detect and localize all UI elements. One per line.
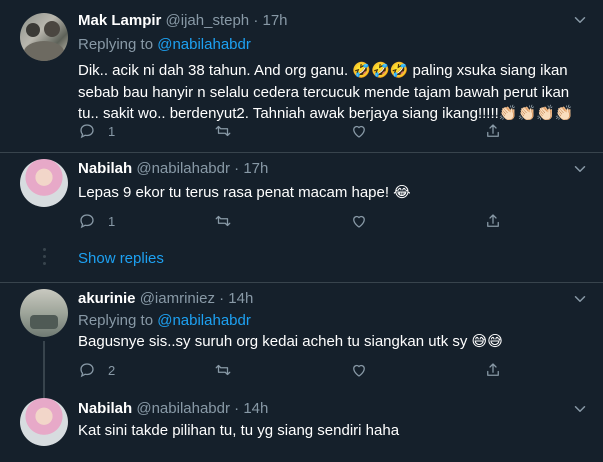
replying-to: Replying to @nabilahabdr xyxy=(78,312,251,329)
share-icon xyxy=(487,214,499,227)
mention-link[interactable]: @nabilahabdr xyxy=(157,36,251,53)
share-button[interactable] xyxy=(484,360,502,380)
timestamp[interactable]: · 14h xyxy=(219,290,253,307)
timestamp[interactable]: · 17h xyxy=(234,160,268,177)
share-icon xyxy=(487,124,499,137)
tweet-text: Lepas 9 ekor tu terus rasa penat macam h… xyxy=(78,182,583,204)
user-handle[interactable]: @ijah_steph xyxy=(166,12,250,29)
reply-button[interactable]: 1 xyxy=(78,211,115,231)
timestamp[interactable]: · 14h xyxy=(234,400,268,417)
thread-dots xyxy=(41,248,47,269)
retweet-button[interactable] xyxy=(214,360,232,380)
heart-icon xyxy=(353,364,365,377)
tweet-header: Nabilah @nabilahabdr · 17h xyxy=(78,160,268,177)
tweet-actions: 2 xyxy=(78,360,508,380)
chevron-down-icon[interactable] xyxy=(571,160,589,178)
reply-button[interactable]: 2 xyxy=(78,360,115,380)
tweet-header: Mak Lampir @ijah_steph · 17h xyxy=(78,12,288,29)
reply-count: 1 xyxy=(108,213,116,229)
avatar[interactable] xyxy=(20,289,68,337)
tweet-header: Nabilah @nabilahabdr · 14h xyxy=(78,400,268,417)
tweet-mak-lampir[interactable]: Mak Lampir @ijah_steph · 17h Replying to… xyxy=(0,0,603,152)
tweet-text: Kat sini takde pilihan tu, tu yg siang s… xyxy=(78,420,583,442)
mention-link[interactable]: @nabilahabdr xyxy=(157,312,251,329)
tweet-nabilah-2[interactable]: Nabilah @nabilahabdr · 14h Kat sini takd… xyxy=(0,398,603,462)
timestamp[interactable]: · 17h xyxy=(253,12,287,29)
retweet-icon xyxy=(215,125,231,137)
tweet-text-line: Kat sini takde pilihan tu, tu yg siang s… xyxy=(78,422,400,439)
reply-icon xyxy=(80,363,94,378)
avatar[interactable] xyxy=(20,398,68,446)
reply-icon xyxy=(80,214,94,229)
chevron-down-icon[interactable] xyxy=(571,290,589,308)
avatar[interactable] xyxy=(20,159,68,207)
reply-button[interactable]: 1 xyxy=(78,121,115,141)
tweet-akurinie[interactable]: akurinie @iamriniez · 14h Replying to @n… xyxy=(0,283,603,398)
retweet-button[interactable] xyxy=(214,211,232,231)
like-button[interactable] xyxy=(350,211,368,231)
user-handle[interactable]: @iamriniez xyxy=(140,290,215,307)
tweet-text-line: Bagusnye sis..sy suruh org kedai acheh t… xyxy=(78,333,503,350)
tweet-actions: 1 xyxy=(78,121,508,141)
chevron-down-icon[interactable] xyxy=(571,400,589,418)
retweet-button[interactable] xyxy=(214,121,232,141)
tweet-text-line: sebab bau hanyir n selalu cedera tercucu… xyxy=(78,83,570,101)
retweet-icon xyxy=(215,215,231,227)
share-button[interactable] xyxy=(484,211,502,231)
tweet-nabilah-1[interactable]: Nabilah @nabilahabdr · 17h Lepas 9 ekor … xyxy=(0,153,603,283)
reply-count: 1 xyxy=(108,123,116,139)
display-name[interactable]: Mak Lampir xyxy=(78,12,161,29)
share-button[interactable] xyxy=(484,121,502,141)
tweet-actions: 1 xyxy=(78,211,508,231)
avatar[interactable] xyxy=(20,13,68,61)
display-name[interactable]: Nabilah xyxy=(78,400,132,417)
reply-icon xyxy=(80,124,94,139)
tweet-header: akurinie @iamriniez · 14h xyxy=(78,290,253,307)
thread-line xyxy=(43,341,45,398)
display-name[interactable]: Nabilah xyxy=(78,160,132,177)
user-handle[interactable]: @nabilahabdr xyxy=(136,160,230,177)
reply-count: 2 xyxy=(108,362,116,378)
tweet-text-line: Dik.. acik ni dah 38 tahun. And org ganu… xyxy=(78,62,568,79)
display-name[interactable]: akurinie xyxy=(78,290,136,307)
show-replies-link[interactable]: Show replies xyxy=(78,250,164,267)
heart-icon xyxy=(353,125,365,138)
tweet-text: Bagusnye sis..sy suruh org kedai acheh t… xyxy=(78,331,583,353)
share-icon xyxy=(487,363,499,376)
replying-to: Replying to @nabilahabdr xyxy=(78,36,251,53)
like-button[interactable] xyxy=(350,360,368,380)
retweet-icon xyxy=(215,364,231,376)
tweet-text-line: Lepas 9 ekor tu terus rasa penat macam h… xyxy=(78,184,411,201)
chevron-down-icon[interactable] xyxy=(571,11,589,29)
tweet-text: Dik.. acik ni dah 38 tahun. And org ganu… xyxy=(78,60,583,125)
heart-icon xyxy=(353,215,365,228)
user-handle[interactable]: @nabilahabdr xyxy=(136,400,230,417)
like-button[interactable] xyxy=(350,121,368,141)
